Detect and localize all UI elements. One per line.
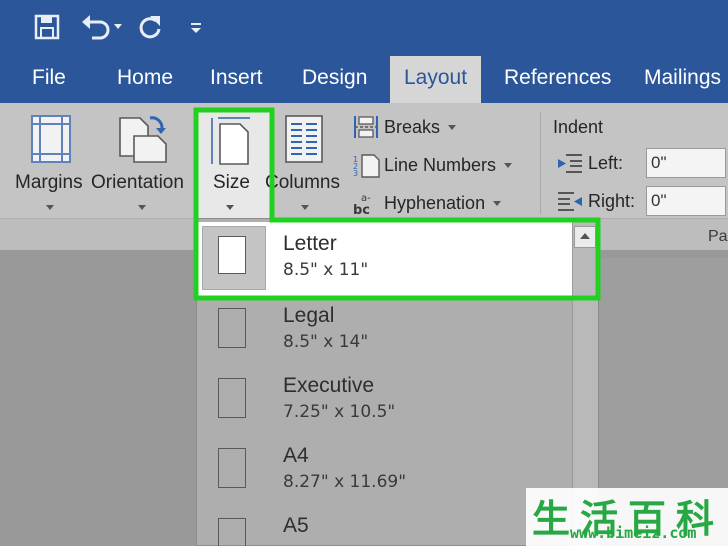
chevron-down-icon (226, 205, 234, 210)
group-separator (540, 112, 541, 214)
tab-mailings[interactable]: Mailings (644, 56, 721, 103)
tab-references[interactable]: References (504, 56, 611, 103)
line-numbers-icon: 1 2 3 (353, 154, 380, 178)
ribbon-tabs: File Home Insert Design Layout Reference… (0, 56, 728, 103)
orientation-icon (119, 116, 167, 163)
indent-right-row: Right: (556, 186, 635, 216)
page-icon (218, 236, 246, 274)
page-icon (218, 448, 246, 488)
size-option-legal[interactable]: Legal 8.5" x 14" (198, 298, 572, 368)
chevron-down-icon (46, 205, 54, 210)
size-option-name: Letter (283, 232, 337, 255)
columns-icon (285, 115, 323, 163)
chevron-down-icon (448, 124, 457, 130)
redo-icon[interactable] (136, 12, 164, 42)
scroll-up-icon[interactable] (574, 226, 596, 248)
svg-text:bc: bc (353, 203, 370, 216)
indent-right-input[interactable] (646, 186, 726, 216)
size-option-name: A5 (283, 514, 309, 537)
size-option-dims: 8.27" x 11.69" (283, 472, 407, 492)
indent-left-label: Left: (588, 152, 624, 173)
chevron-down-icon (301, 205, 309, 210)
page-icon (218, 518, 246, 546)
size-option-dims: 8.5" x 11" (283, 260, 369, 280)
page-icon (218, 378, 246, 418)
orientation-label: Orientation (91, 172, 184, 193)
columns-label: Columns (265, 172, 340, 193)
chevron-down-icon (493, 200, 502, 206)
svg-text:3: 3 (353, 169, 358, 178)
tab-file[interactable]: File (32, 56, 66, 103)
customize-icon[interactable] (188, 12, 204, 42)
watermark: 生活百科 www.bimeiz.com (526, 488, 728, 546)
breaks-icon (354, 116, 378, 138)
size-option-dims: 8.5" x 14" (283, 332, 369, 352)
margins-icon (31, 115, 71, 163)
hyphenation-button[interactable]: a- bc Hyphenation (352, 188, 502, 218)
size-option-name: Executive (283, 374, 375, 397)
chevron-down-icon (504, 162, 513, 168)
tab-design[interactable]: Design (302, 56, 367, 103)
indent-left-input[interactable] (646, 148, 726, 178)
tab-layout[interactable]: Layout (390, 56, 482, 103)
margins-label: Margins (15, 172, 83, 193)
size-option-name: Legal (283, 304, 335, 327)
save-icon[interactable] (34, 12, 60, 42)
line-numbers-label: Line Numbers (384, 154, 497, 175)
tab-home[interactable]: Home (117, 56, 173, 103)
size-option-name: A4 (283, 444, 309, 467)
size-option-executive[interactable]: Executive 7.25" x 10.5" (198, 368, 572, 438)
paragraph-group-label: Pa (708, 228, 728, 245)
title-bar (0, 0, 728, 56)
size-label: Size (213, 172, 250, 193)
size-icon (211, 117, 250, 165)
size-option-a4[interactable]: A4 8.27" x 11.69" (198, 438, 572, 508)
breaks-label: Breaks (384, 116, 441, 137)
indent-left-icon (558, 154, 582, 173)
undo-icon[interactable] (80, 12, 124, 42)
page-icon (218, 308, 246, 348)
size-option-letter[interactable]: Letter 8.5" x 11" (198, 222, 572, 298)
indent-group-label: Indent (553, 117, 604, 137)
chevron-down-icon (138, 205, 146, 210)
indent-left-row: Left: (556, 148, 623, 178)
tab-insert[interactable]: Insert (210, 56, 263, 103)
line-numbers-button[interactable]: 1 2 3 Line Numbers (352, 150, 513, 180)
indent-right-icon (558, 192, 582, 211)
watermark-url: www.bimeiz.com (570, 524, 697, 542)
size-option-dims: 7.25" x 10.5" (283, 402, 396, 422)
breaks-button[interactable]: Breaks (352, 112, 457, 142)
size-option-a5[interactable]: A5 (198, 508, 572, 546)
hyphenation-icon: a- bc (353, 193, 371, 216)
hyphenation-label: Hyphenation (384, 192, 486, 213)
indent-right-label: Right: (588, 190, 636, 211)
